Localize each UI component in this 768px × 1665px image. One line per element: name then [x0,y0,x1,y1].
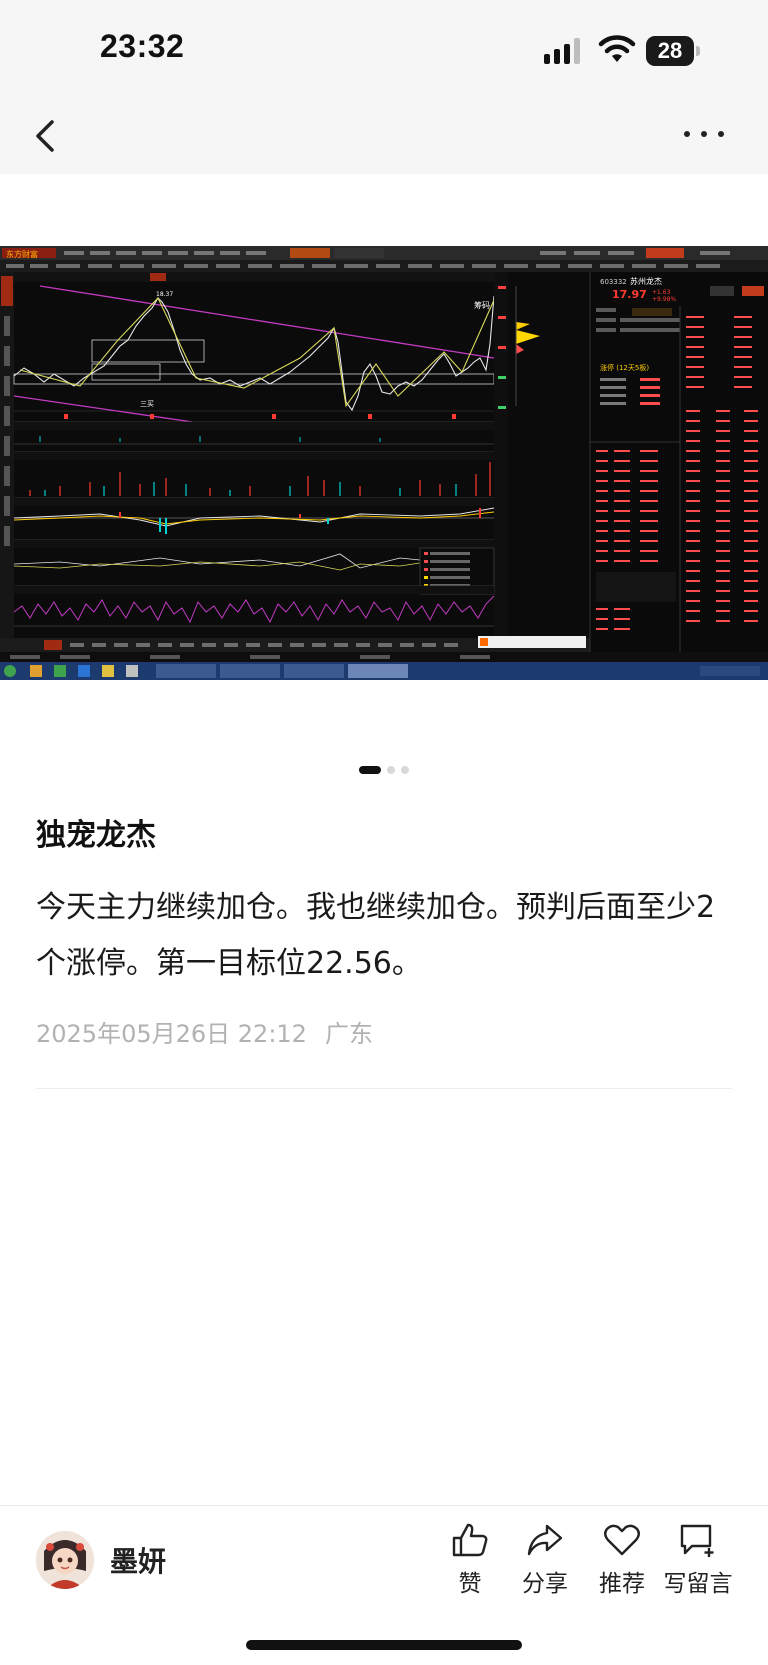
recommend-label: 推荐 [599,1571,645,1597]
home-indicator[interactable] [246,1640,522,1650]
stock-code: 603332 [600,278,627,286]
battery-indicator: 28 [646,36,702,66]
trading-software-screenshot: 东方财富 18.37 筹码 三买 603332 苏州龙杰 17.97 +1.63… [0,246,768,680]
limit-up-panel-title: 涨停 (12天5板) [600,363,649,372]
more-options-icon[interactable] [684,124,724,144]
post-body: 今天主力继续加仓。我也继续加仓。预判后面至少2个涨停。第一目标位22.56。 [36,890,716,981]
recommend-button[interactable]: 推荐 [580,1522,664,1598]
post-location: 广东 [324,1020,373,1048]
content-divider [36,1088,732,1089]
post-meta: 2025年05月26日 22:12 广东 [36,1014,373,1049]
post-date: 2025年05月26日 22:12 [36,1020,307,1048]
chart-high-label: 18.37 [156,291,173,298]
status-bar: 23:32 28 [0,0,768,96]
stock-price: 17.97 [612,288,647,301]
battery-level: 28 [646,36,694,66]
share-label: 分享 [522,1571,568,1597]
write-comment-label: 写留言 [663,1571,733,1597]
chip-distribution [515,286,540,406]
carousel-dot[interactable] [387,766,395,774]
status-time: 23:32 [100,28,185,64]
author-info[interactable]: 墨妍 [36,1530,166,1590]
heart-icon [604,1524,640,1556]
battery-nub [696,46,700,56]
share-icon [527,1524,563,1556]
price-chart: 18.37 筹码 三买 [13,285,495,427]
post-title: 独宠龙杰 [36,818,156,853]
carousel-dot[interactable] [401,766,409,774]
like-label: 赞 [458,1571,482,1597]
macd-panel [13,507,495,534]
stock-chart-image[interactable]: 东方财富 18.37 筹码 三买 603332 苏州龙杰 17.97 +1.63… [0,246,768,680]
cellular-signal-icon [544,38,580,64]
nav-bar [0,96,768,174]
bottom-bar-separator [0,1505,768,1506]
author-name[interactable]: 墨妍 [110,1540,166,1580]
stock-change-pct: +9.98% [652,296,676,303]
chart-annotation-chips: 筹码 [474,300,490,310]
stock-name: 苏州龙杰 [630,276,662,286]
thumbs-up-icon [452,1523,488,1557]
carousel-indicator[interactable] [0,764,768,776]
like-button[interactable]: 赞 [428,1522,512,1598]
comment-add-icon [680,1524,714,1557]
share-button[interactable]: 分享 [503,1522,587,1598]
wifi-icon [598,35,636,62]
volume-bars [29,462,491,496]
app-name: 东方财富 [6,249,38,259]
avatar-illustration [36,1531,94,1589]
back-arrow-icon[interactable] [30,116,64,156]
write-comment-button[interactable]: 写留言 [656,1522,740,1598]
chart-annotation-buy: 三买 [140,400,154,408]
stock-change: +1.63 [652,289,671,296]
carousel-dot-active[interactable] [359,766,381,774]
avatar[interactable] [36,1531,94,1589]
